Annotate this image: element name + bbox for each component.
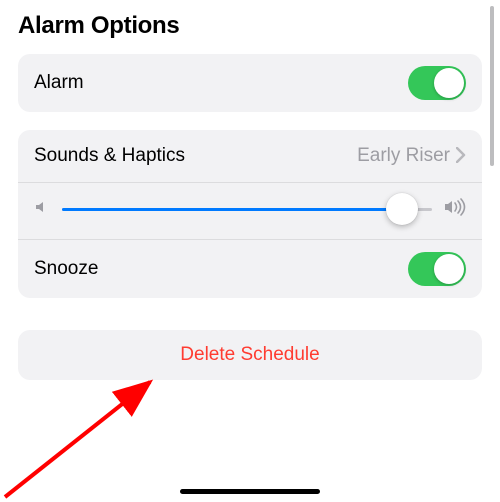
sounds-label: Sounds & Haptics (34, 145, 185, 167)
toggle-thumb (434, 254, 464, 284)
snooze-row: Snooze (18, 240, 482, 298)
snooze-label: Snooze (34, 258, 98, 280)
volume-slider-row (18, 182, 482, 240)
volume-low-icon (34, 199, 50, 220)
sounds-value-group: Early Riser (357, 143, 466, 169)
scrollbar[interactable] (490, 6, 494, 166)
alarm-toggle[interactable] (408, 66, 466, 100)
snooze-toggle[interactable] (408, 252, 466, 286)
sounds-row[interactable]: Sounds & Haptics Early Riser (18, 130, 482, 182)
volume-slider[interactable] (62, 193, 432, 225)
delete-schedule-label: Delete Schedule (34, 344, 466, 366)
home-indicator[interactable] (180, 489, 320, 494)
alarm-row: Alarm (18, 54, 482, 112)
delete-schedule-button[interactable]: Delete Schedule (18, 330, 482, 380)
sounds-snooze-card: Sounds & Haptics Early Riser Snooze (18, 130, 482, 298)
alarm-label: Alarm (34, 72, 84, 94)
volume-high-icon (444, 198, 466, 221)
chevron-right-icon (456, 143, 466, 169)
slider-fill (62, 208, 402, 211)
slider-thumb (386, 193, 418, 225)
alarm-card: Alarm (18, 54, 482, 112)
section-title: Alarm Options (18, 12, 482, 40)
toggle-thumb (434, 68, 464, 98)
sounds-value: Early Riser (357, 145, 450, 167)
